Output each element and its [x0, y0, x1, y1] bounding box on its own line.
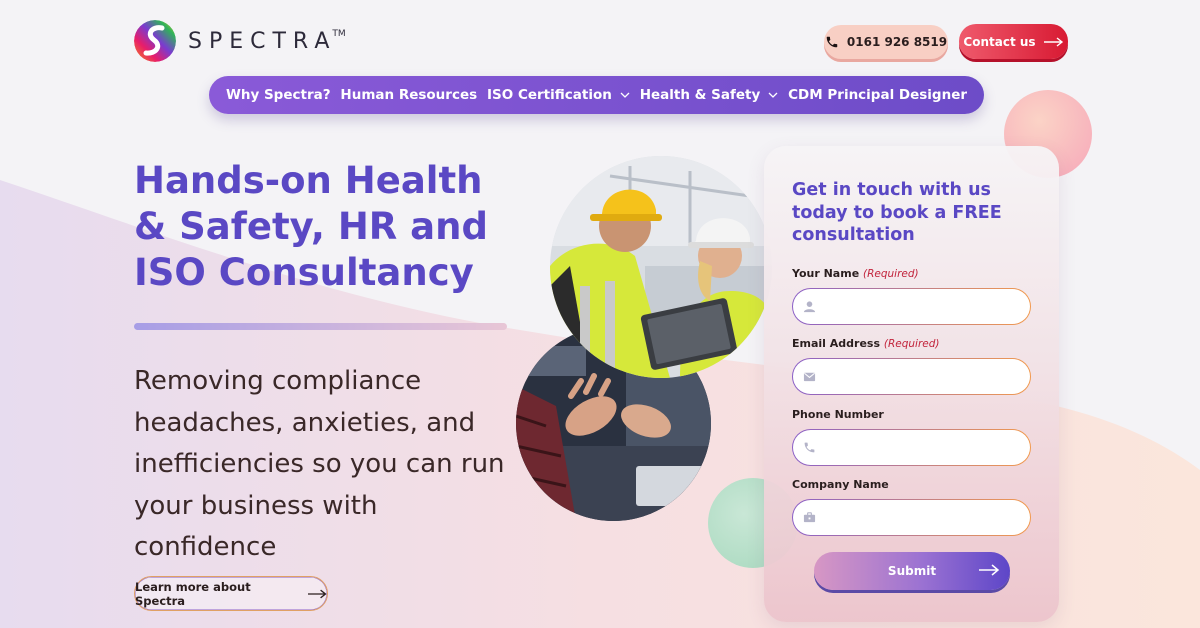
- hero-divider: [134, 323, 507, 330]
- your-name-field[interactable]: [792, 288, 1031, 325]
- your-name-label: Your Name (Required): [792, 267, 919, 280]
- nav-item-health-safety[interactable]: Health & Safety: [640, 87, 779, 103]
- email-address-field[interactable]: [792, 358, 1031, 395]
- learn-more-button[interactable]: Learn more about Spectra: [134, 576, 328, 611]
- submit-label: Submit: [887, 564, 937, 578]
- nav-item-label: Health & Safety: [639, 87, 761, 103]
- nav-item-label: ISO Certification: [487, 87, 612, 103]
- envelope-icon: [803, 372, 816, 382]
- phone-number: 0161 926 8519: [846, 35, 948, 49]
- company-name-input[interactable]: [826, 510, 1016, 525]
- nav-item-why-spectra[interactable]: Why Spectra?: [226, 87, 331, 103]
- phone-number-field[interactable]: [792, 429, 1031, 466]
- company-name-field[interactable]: [792, 499, 1031, 536]
- nav-item-label: Why Spectra?: [225, 87, 331, 103]
- nav-item-human-resources[interactable]: Human Resources: [340, 87, 477, 103]
- construction-workers-photo: [550, 156, 772, 378]
- user-icon: [803, 301, 816, 313]
- arrow-right-icon: [307, 589, 327, 598]
- arrow-right-icon: [979, 564, 1000, 576]
- phone-number-label: Phone Number: [792, 408, 884, 421]
- form-heading: Get in touch with us today to book a FRE…: [792, 180, 1002, 245]
- submit-button[interactable]: Submit: [814, 552, 1010, 590]
- nav-item-cdm-principal-designer[interactable]: CDM Principal Designer: [788, 87, 967, 103]
- trademark: TM: [332, 28, 346, 39]
- nav-item-iso-certification[interactable]: ISO Certification: [487, 87, 630, 103]
- nav-item-label: Human Resources: [340, 87, 478, 103]
- phone-button[interactable]: 0161 926 8519: [824, 25, 948, 59]
- brand-name: SPECTRATM: [188, 28, 346, 54]
- required-marker: (Required): [883, 338, 940, 350]
- briefcase-icon: [803, 512, 816, 523]
- chevron-down-icon: [620, 92, 630, 98]
- chevron-down-icon: [768, 92, 778, 98]
- phone-icon: [826, 36, 838, 48]
- learn-more-label: Learn more about Spectra: [135, 579, 251, 608]
- consultation-form: Get in touch with us today to book a FRE…: [764, 146, 1059, 622]
- required-marker: (Required): [863, 268, 919, 280]
- phone-icon: [804, 442, 815, 453]
- phone-number-input[interactable]: [826, 440, 1016, 455]
- email-address-input[interactable]: [826, 369, 1016, 384]
- email-address-label: Email Address (Required): [792, 337, 940, 350]
- contact-us-label: Contact us: [963, 34, 1036, 49]
- spectra-logo-icon: [134, 20, 176, 62]
- your-name-input[interactable]: [826, 299, 1016, 314]
- contact-us-button[interactable]: Contact us: [959, 24, 1068, 59]
- company-name-label: Company Name: [792, 478, 889, 491]
- arrow-right-icon: [1043, 36, 1063, 47]
- logo[interactable]: SPECTRATM: [134, 20, 346, 62]
- nav-item-label: CDM Principal Designer: [788, 87, 968, 103]
- hero-title: Hands-on Health & Safety, HR and ISO Con…: [134, 159, 488, 294]
- hero-subtitle: Removing compliance headaches, anxieties…: [134, 366, 505, 562]
- main-nav: Why Spectra? Human Resources ISO Certifi…: [209, 76, 984, 114]
